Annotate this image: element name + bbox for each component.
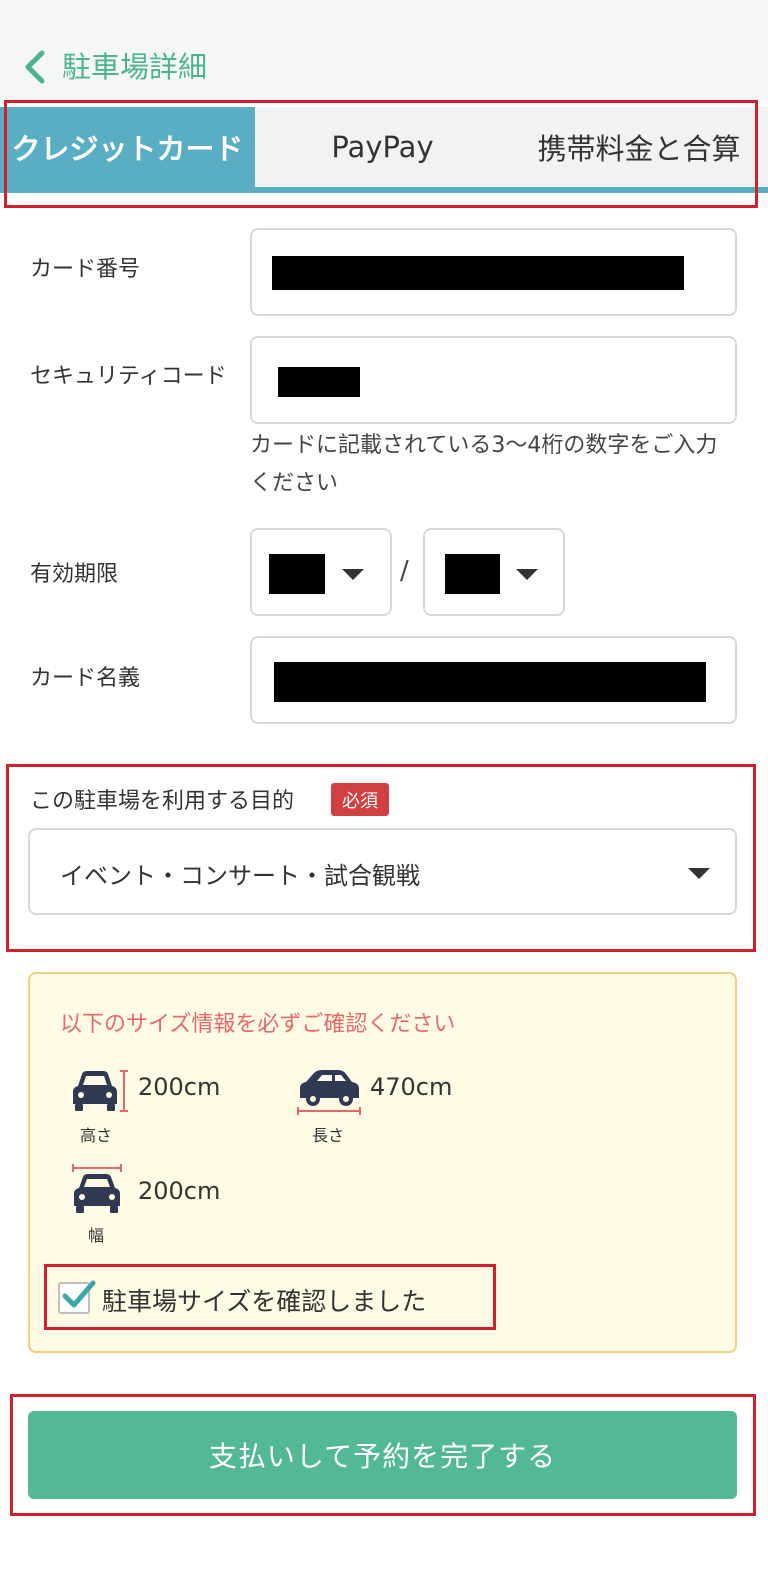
- chevron-left-icon[interactable]: [22, 50, 50, 84]
- security-code-label: セキュリティコード: [30, 364, 227, 389]
- redacted-expiry-month: [269, 554, 325, 594]
- expiry-month-select[interactable]: [250, 528, 392, 616]
- height-caption: 高さ: [80, 1126, 113, 1145]
- card-holder-input[interactable]: [250, 636, 737, 724]
- height-value: 200cm: [138, 1073, 221, 1101]
- card-number-label: カード番号: [30, 257, 141, 282]
- highlight-box-confirm: [44, 1264, 496, 1330]
- length-value: 470cm: [370, 1073, 453, 1101]
- highlight-box-tabs: [4, 100, 758, 208]
- caret-down-icon: [516, 569, 538, 580]
- expiry-label: 有効期限: [30, 562, 119, 587]
- redacted-card-holder: [274, 662, 706, 702]
- car-width-icon: [72, 1164, 122, 1213]
- page-title[interactable]: 駐車場詳細: [62, 48, 207, 86]
- redacted-expiry-year: [445, 554, 500, 594]
- caret-down-icon: [342, 569, 364, 580]
- width-caption: 幅: [88, 1226, 105, 1245]
- security-code-input[interactable]: [250, 336, 737, 424]
- width-value: 200cm: [138, 1177, 221, 1205]
- highlight-box-purpose: [6, 764, 756, 952]
- size-info-title: 以下のサイズ情報を必ずご確認ください: [60, 1012, 456, 1037]
- expiry-separator: /: [400, 556, 409, 586]
- car-height-icon: [73, 1070, 128, 1112]
- security-code-hint: カードに記載されている3〜4桁の数字をご入力ください: [250, 433, 718, 496]
- car-length-icon: [297, 1070, 361, 1115]
- card-holder-label: カード名義: [30, 666, 141, 691]
- card-number-input[interactable]: [250, 228, 737, 316]
- redacted-card-number: [272, 256, 684, 290]
- expiry-year-select[interactable]: [423, 528, 565, 616]
- length-caption: 長さ: [312, 1126, 345, 1145]
- redacted-security-code: [278, 367, 360, 397]
- highlight-box-pay-button: [10, 1394, 756, 1516]
